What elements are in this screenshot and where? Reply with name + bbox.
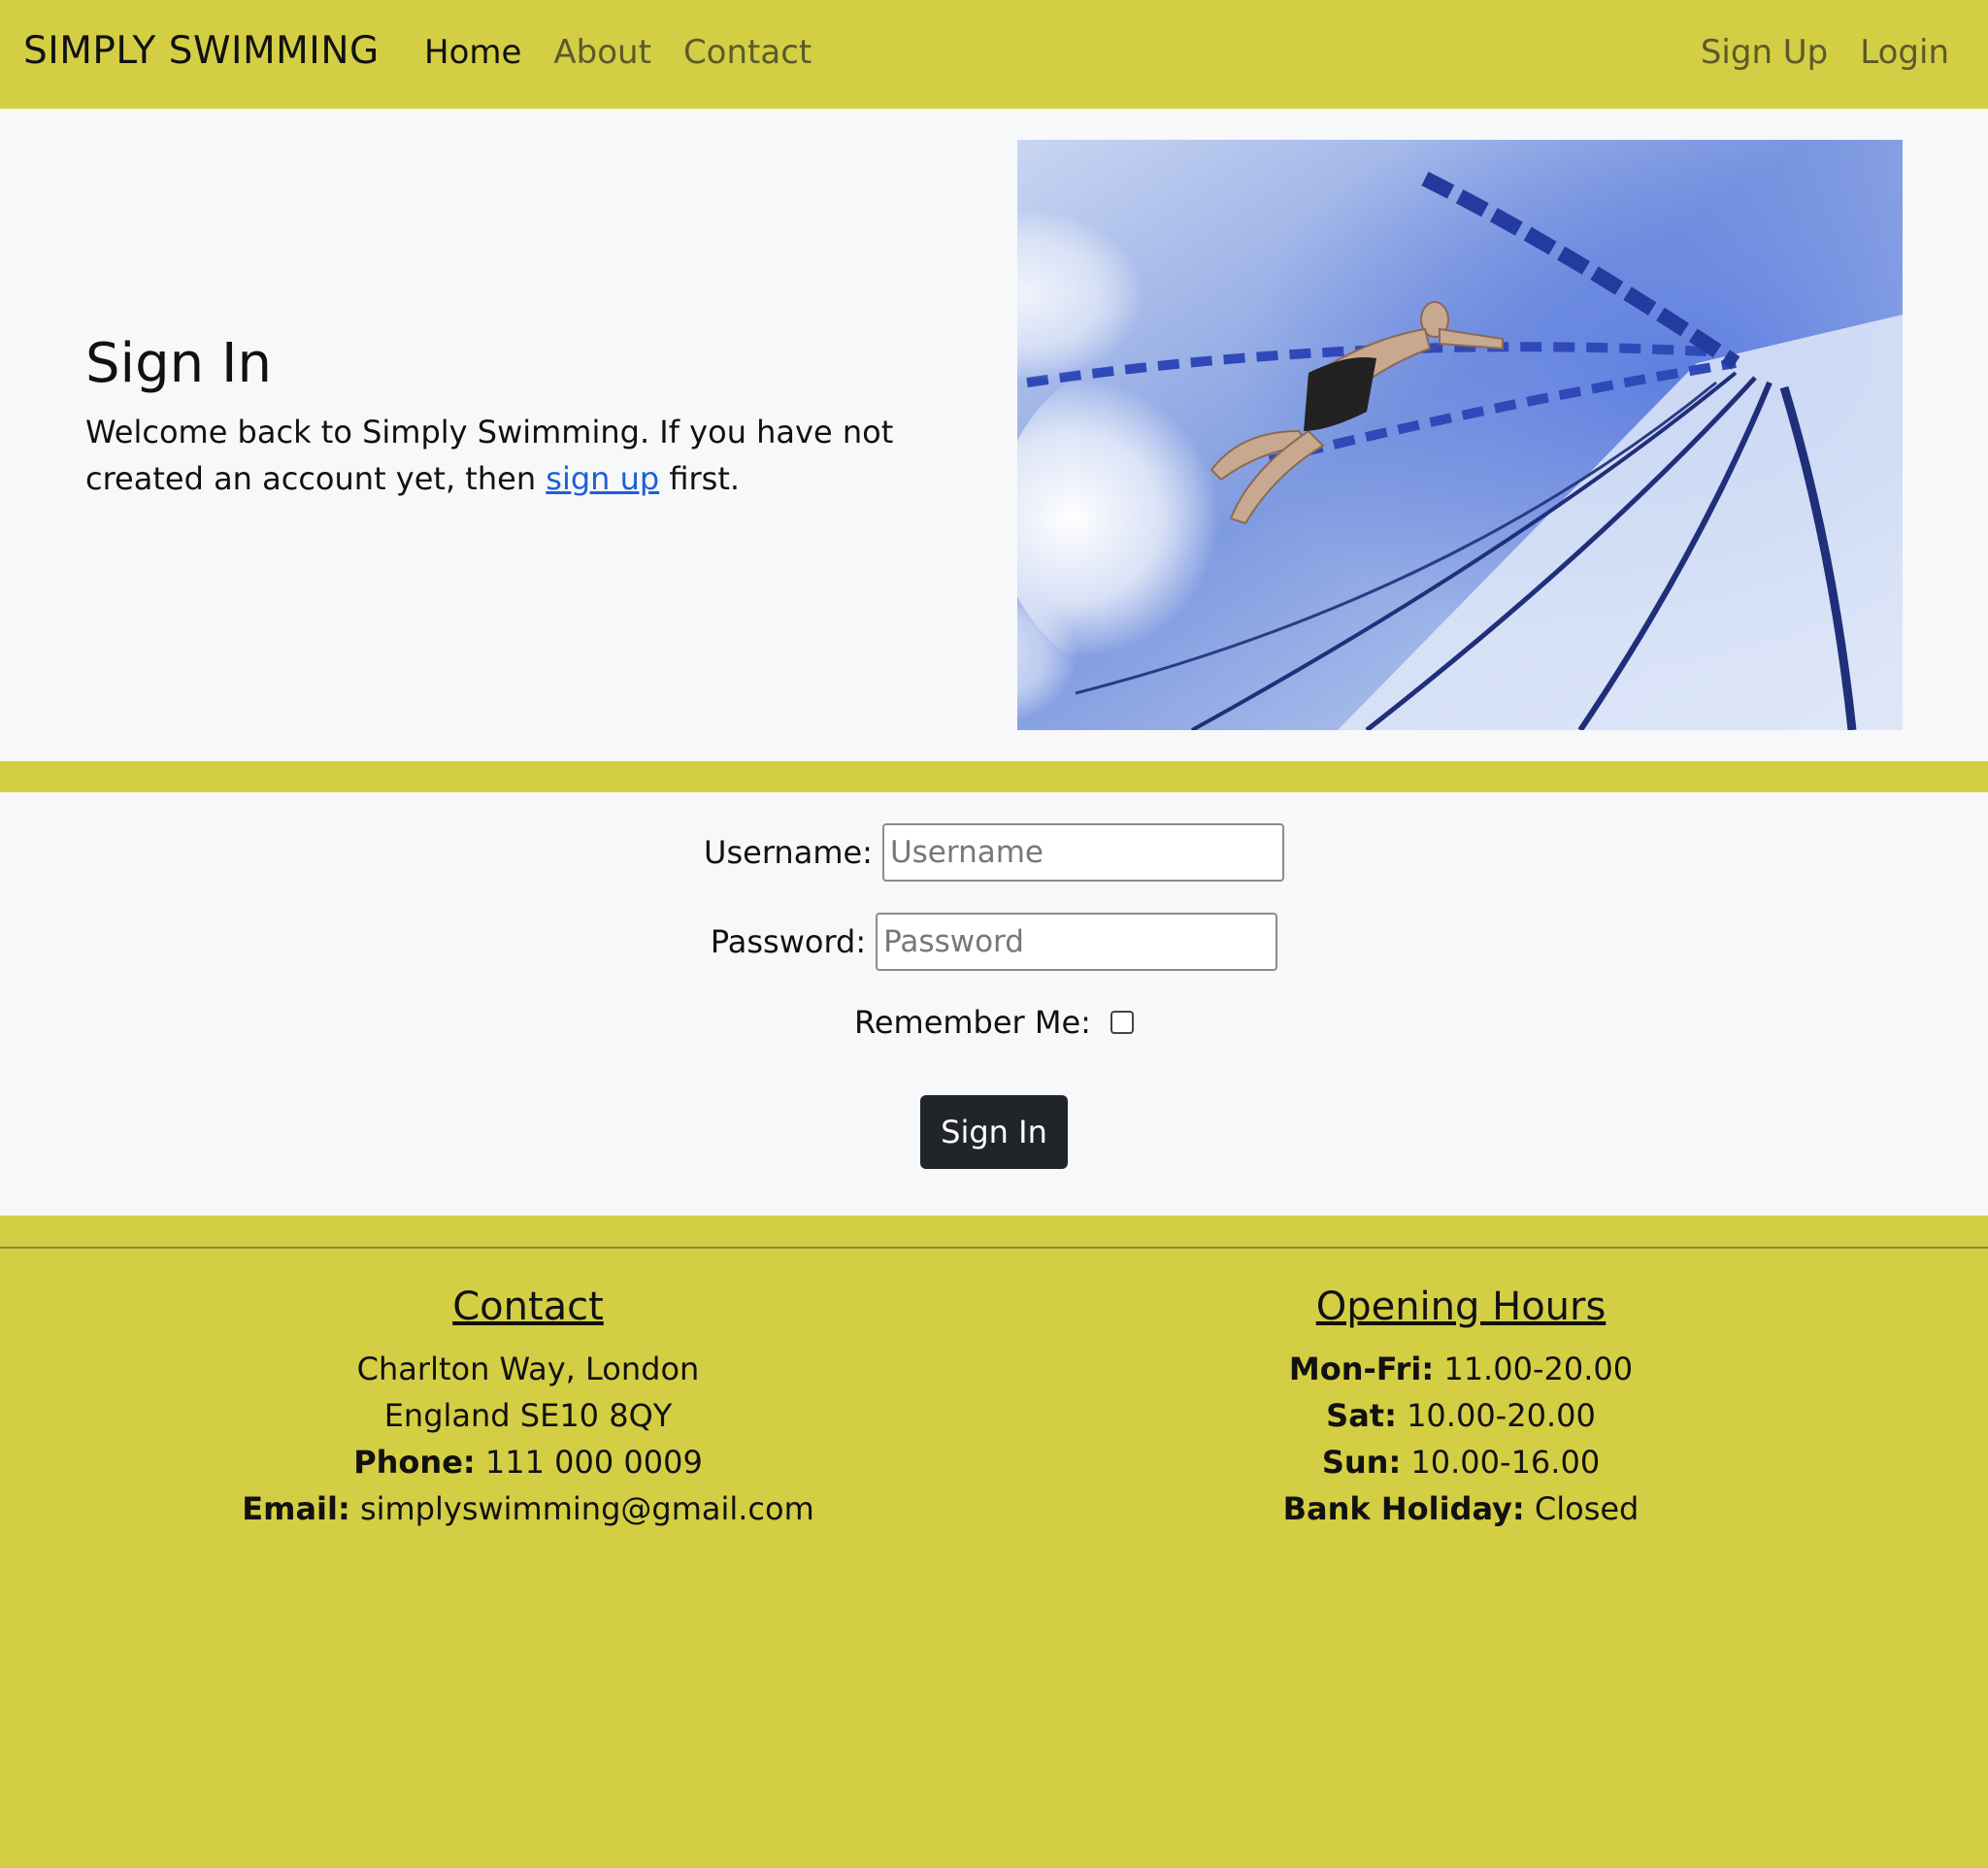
submit-row: Sign In (0, 1095, 1988, 1169)
remember-label: Remember Me: (854, 1004, 1091, 1041)
email-line: Email: simplyswimming@gmail.com (31, 1485, 1025, 1532)
sign-in-button[interactable]: Sign In (920, 1095, 1068, 1169)
username-row: Username: (0, 823, 1988, 882)
footer-divider (0, 1247, 1988, 1249)
brand-link[interactable]: SIMPLY SWIMMING (23, 29, 380, 73)
hours-label: Sun: (1321, 1444, 1402, 1481)
hours-row: Sun: 10.00-16.00 (971, 1439, 1951, 1485)
swimmer-image (1017, 140, 1903, 730)
opening-hours-heading: Opening Hours (1315, 1284, 1607, 1329)
footer-contact: Contact Charlton Way, London England SE1… (31, 1280, 1025, 1532)
username-input[interactable] (881, 823, 1284, 882)
swimmer-illustration (1017, 140, 1903, 730)
email-label: Email: (242, 1490, 350, 1527)
hours-row: Mon-Fri: 11.00-20.00 (971, 1346, 1951, 1392)
phone-line: Phone: 111 000 0009 (31, 1439, 1025, 1485)
password-input[interactable] (876, 913, 1278, 971)
hero-body-after: first. (659, 460, 741, 497)
hours-row: Bank Holiday: Closed (971, 1485, 1951, 1532)
sign-up-link[interactable]: sign up (546, 460, 659, 497)
nav-link-home[interactable]: Home (424, 33, 521, 72)
phone-value: 111 000 0009 (475, 1444, 703, 1481)
hours-label: Mon-Fri: (1288, 1351, 1435, 1387)
nav-left: Home About Contact (424, 33, 812, 72)
sign-in-form: Username: Password: Remember Me: Sign In (0, 792, 1988, 1216)
hours-label: Sat: (1326, 1397, 1397, 1434)
hours-row: Sat: 10.00-20.00 (971, 1392, 1951, 1439)
hours-label: Bank Holiday: (1282, 1490, 1525, 1527)
hours-value: 10.00-20.00 (1396, 1397, 1596, 1434)
phone-label: Phone: (353, 1444, 476, 1481)
footer: Contact Charlton Way, London England SE1… (0, 1216, 1988, 1868)
page-title: Sign In (85, 332, 272, 395)
address-line-2: England SE10 8QY (383, 1397, 673, 1434)
nav-link-login[interactable]: Login (1860, 33, 1949, 72)
address-line-1: Charlton Way, London (356, 1351, 700, 1387)
remember-me-checkbox[interactable] (1110, 1011, 1134, 1034)
remember-row: Remember Me: (0, 1004, 1988, 1041)
hours-value: 10.00-16.00 (1401, 1444, 1601, 1481)
nav-link-about[interactable]: About (553, 33, 651, 72)
nav-right: Sign Up Login (1701, 33, 1949, 72)
contact-heading: Contact (452, 1284, 604, 1329)
hero-text: Sign In Welcome back to Simply Swimming.… (85, 332, 978, 502)
hero-description: Welcome back to Simply Swimming. If you … (85, 409, 978, 502)
footer-opening-hours: Opening Hours Mon-Fri: 11.00-20.00 Sat: … (971, 1280, 1951, 1532)
navbar: SIMPLY SWIMMING Home About Contact Sign … (0, 0, 1988, 109)
hours-value: Closed (1524, 1490, 1640, 1527)
nav-link-sign-up[interactable]: Sign Up (1701, 33, 1828, 72)
username-label: Username: (704, 834, 873, 871)
nav-link-contact[interactable]: Contact (683, 33, 812, 72)
password-label: Password: (710, 923, 867, 960)
hero-body-before: Welcome back to Simply Swimming. If you … (85, 414, 894, 497)
password-row: Password: (0, 913, 1988, 971)
hours-value: 11.00-20.00 (1434, 1351, 1634, 1387)
hero-section: Sign In Welcome back to Simply Swimming.… (0, 109, 1988, 761)
email-value: simplyswimming@gmail.com (349, 1490, 814, 1527)
